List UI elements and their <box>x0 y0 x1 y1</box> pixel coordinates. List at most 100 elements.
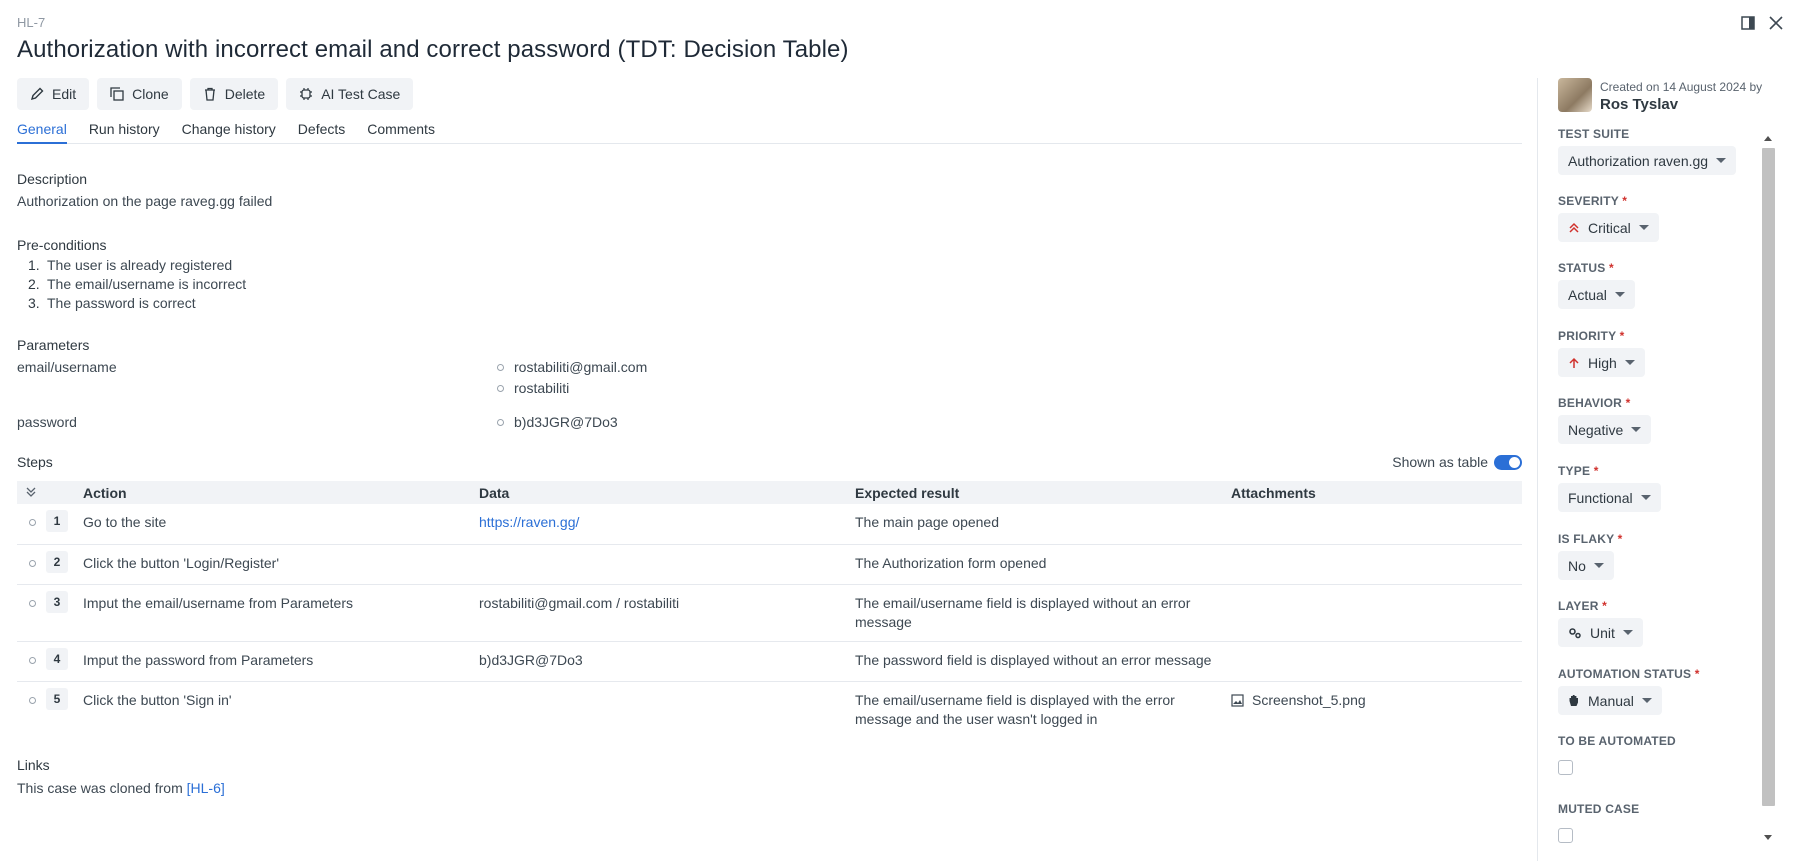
delete-label: Delete <box>224 86 266 102</box>
automation-status-select[interactable]: Manual <box>1558 686 1662 715</box>
required-mark: * <box>1619 329 1625 343</box>
tab-run-history[interactable]: Run history <box>89 118 160 144</box>
tab-defects[interactable]: Defects <box>298 118 345 144</box>
behavior-select[interactable]: Negative <box>1558 415 1652 444</box>
step-number: 2 <box>46 551 68 573</box>
table-row[interactable]: 2 Click the button 'Login/Register' The … <box>17 545 1522 585</box>
image-icon <box>1231 694 1244 707</box>
expand-step-icon[interactable] <box>29 519 36 526</box>
attachment-item[interactable]: Screenshot_5.png <box>1231 691 1522 710</box>
critical-icon <box>1569 222 1579 233</box>
table-row[interactable]: 5 Click the button 'Sign in' The email/u… <box>17 682 1522 740</box>
tab-general[interactable]: General <box>17 118 67 144</box>
field-label: TEST SUITE <box>1558 127 1630 141</box>
ai-test-case-button[interactable]: AI Test Case <box>286 78 414 110</box>
test-suite-select[interactable]: Authorization raven.gg <box>1558 146 1737 175</box>
hand-icon <box>1569 695 1578 706</box>
description-heading: Description <box>17 171 88 187</box>
select-value: Functional <box>1568 489 1633 506</box>
delete-button[interactable]: Delete <box>189 78 279 110</box>
chevron-down-icon <box>1614 292 1625 297</box>
tab-change-history[interactable]: Change history <box>182 118 276 144</box>
cloned-from-link[interactable]: [HL-6] <box>187 780 225 796</box>
field-label: IS FLAKY * <box>1558 532 1623 546</box>
chevron-down-icon <box>1631 427 1642 432</box>
steps-table-header: Action Data Expected result Attachments <box>17 481 1522 504</box>
table-row[interactable]: 1 Go to the site https://raven.gg/ The m… <box>17 504 1522 545</box>
preconditions-list: 1. The user is already registered 2. The e… <box>28 256 246 313</box>
parameter-value-text: rostabiliti <box>514 380 570 396</box>
field-severity: SEVERITY * Critical <box>1558 194 1659 242</box>
scrollbar-thumb[interactable] <box>1762 148 1775 806</box>
field-muted-case: MUTED CASE <box>1558 802 1639 843</box>
clone-label: Clone <box>132 86 169 102</box>
trash-icon <box>204 87 215 101</box>
field-is-flaky: IS FLAKY * No <box>1558 532 1622 580</box>
panel-toggle-icon[interactable] <box>1739 14 1757 32</box>
field-test-suite: TEST SUITE Authorization raven.gg <box>1558 127 1737 175</box>
chevron-down-icon <box>1624 360 1635 365</box>
step-number: 1 <box>46 510 68 532</box>
severity-select[interactable]: Critical <box>1558 213 1659 242</box>
tabs: General Run history Change history Defec… <box>17 118 1522 144</box>
column-header-attachments: Attachments <box>1231 484 1316 501</box>
field-automation-status: AUTOMATION STATUS * Manual <box>1558 667 1700 715</box>
layer-select[interactable]: Unit <box>1558 618 1643 647</box>
parameter-name: password <box>17 414 77 430</box>
avatar <box>1558 78 1592 112</box>
step-action: Imput the password from Parameters <box>83 652 314 668</box>
expand-step-icon[interactable] <box>29 657 36 664</box>
status-select[interactable]: Actual <box>1558 280 1635 309</box>
scroll-up-icon[interactable] <box>1764 136 1772 141</box>
field-label: SEVERITY * <box>1558 194 1628 208</box>
column-header-data: Data <box>479 484 510 501</box>
precondition-text: The email/username is incorrect <box>47 276 247 292</box>
select-value: Manual <box>1588 692 1634 709</box>
column-header-expected-result: Expected result <box>855 484 960 501</box>
expand-step-icon[interactable] <box>29 560 36 567</box>
chevron-down-icon <box>1622 630 1633 635</box>
step-data-link[interactable]: https://raven.gg/ <box>479 514 579 530</box>
field-to-be-automated: TO BE AUTOMATED <box>1558 734 1676 775</box>
chevron-down-icon <box>1640 495 1651 500</box>
field-label: TO BE AUTOMATED <box>1558 734 1676 748</box>
bullet-icon <box>497 363 504 371</box>
scrollbar[interactable] <box>1760 128 1777 848</box>
table-row[interactable]: 4 Imput the password from Parameters b)d… <box>17 642 1522 682</box>
toggle-switch[interactable] <box>1494 454 1522 470</box>
preconditions-heading: Pre-conditions <box>17 237 107 253</box>
type-select[interactable]: Functional <box>1558 483 1661 512</box>
precondition-text: The password is correct <box>47 295 196 311</box>
select-value: Actual <box>1568 286 1607 303</box>
expand-step-icon[interactable] <box>29 697 36 704</box>
author-name: Ros Tyslav <box>1600 96 1679 113</box>
is-flaky-select[interactable]: No <box>1558 551 1614 580</box>
to-be-automated-checkbox[interactable] <box>1558 760 1573 775</box>
field-label: TYPE * <box>1558 464 1599 478</box>
edit-button[interactable]: Edit <box>17 78 90 110</box>
field-label: STATUS * <box>1558 261 1614 275</box>
expand-step-icon[interactable] <box>29 600 36 607</box>
muted-case-checkbox[interactable] <box>1558 828 1573 843</box>
parameter-value: rostabiliti@gmail.com <box>497 359 647 375</box>
pencil-icon <box>30 87 44 101</box>
parameter-value: b)d3JGR@7Do3 <box>497 414 618 430</box>
tab-comments[interactable]: Comments <box>367 118 435 144</box>
step-data: rostabiliti@gmail.com / rostabiliti <box>479 595 680 611</box>
page-title: Authorization with incorrect email and c… <box>17 36 849 63</box>
scroll-down-icon[interactable] <box>1764 835 1772 840</box>
step-action: Imput the email/username from Parameters <box>83 595 353 611</box>
collapse-all-icon[interactable] <box>17 485 83 501</box>
priority-select[interactable]: High <box>1558 348 1645 377</box>
links-text: This case was cloned from [HL-6] <box>17 780 225 796</box>
toolbar: Edit Clone Delete AI Test Case <box>17 78 414 110</box>
field-priority: PRIORITY * High <box>1558 329 1645 377</box>
description-text: Authorization on the page raveg.gg faile… <box>17 193 273 209</box>
creator-info: Created on 14 August 2024 by Ros Tyslav <box>1558 78 1762 113</box>
close-icon[interactable] <box>1767 14 1785 32</box>
clone-button[interactable]: Clone <box>97 78 182 110</box>
shown-as-table-toggle[interactable]: Shown as table <box>1392 454 1522 470</box>
table-row[interactable]: 3 Imput the email/username from Paramete… <box>17 585 1522 642</box>
column-header-action: Action <box>83 484 127 501</box>
select-value: High <box>1588 354 1617 371</box>
